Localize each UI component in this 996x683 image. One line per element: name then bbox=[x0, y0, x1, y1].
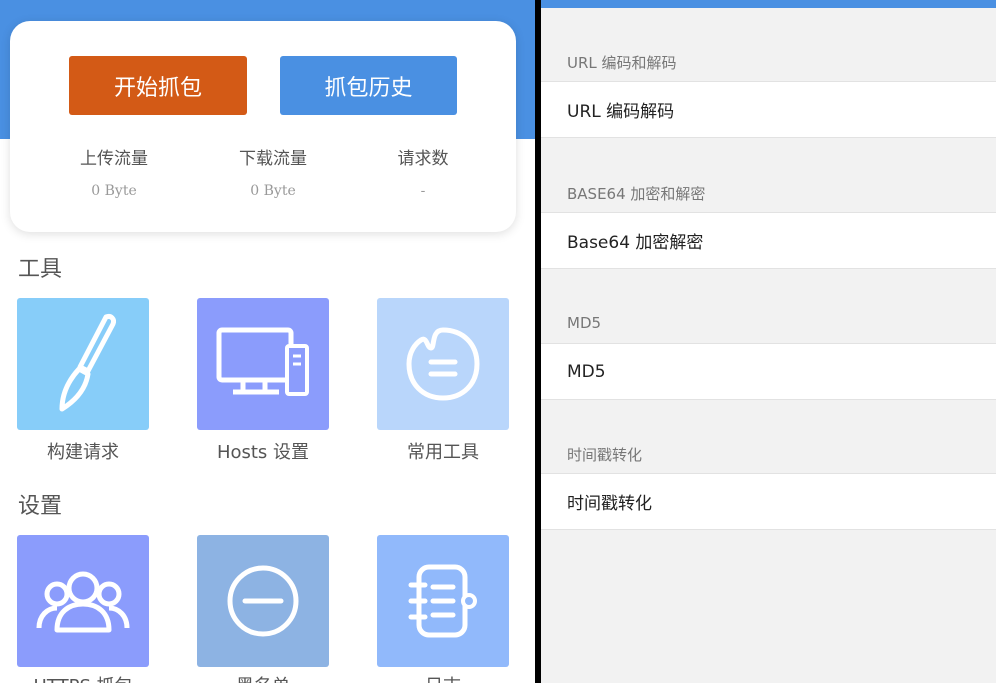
request-count-value: - bbox=[420, 183, 426, 199]
download-traffic-stat: 下载流量 0 Byte bbox=[203, 144, 343, 199]
settings-section-title: 设置 bbox=[18, 494, 63, 519]
minus-circle-icon bbox=[227, 565, 299, 637]
users-icon bbox=[36, 571, 130, 633]
md5-group-header: MD5 bbox=[567, 314, 602, 332]
blacklist-label: 黑名单 bbox=[173, 672, 353, 683]
palette-icon bbox=[406, 327, 480, 401]
hosts-settings-label: Hosts 设置 bbox=[216, 442, 310, 463]
brush-icon bbox=[59, 314, 116, 412]
base64-group-header: BASE64 加密和解密 bbox=[567, 185, 706, 203]
timestamp-convert-item[interactable]: 时间戳转化 bbox=[541, 473, 996, 530]
url-encode-decode-item[interactable]: URL 编码解码 bbox=[541, 81, 996, 138]
capture-history-button[interactable]: 抓包历史 bbox=[280, 56, 457, 115]
common-tools-pane: URL 编码和解码 URL 编码解码 BASE64 加密和解密 Base64 加… bbox=[541, 0, 996, 683]
base64-encrypt-decrypt-item[interactable]: Base64 加密解密 bbox=[541, 212, 996, 269]
download-traffic-label: 下载流量 bbox=[239, 149, 307, 169]
common-tools-tile[interactable] bbox=[377, 298, 509, 430]
hosts-settings-tile[interactable] bbox=[197, 298, 329, 430]
computer-icon bbox=[216, 327, 309, 396]
blacklist-tile[interactable] bbox=[197, 535, 329, 667]
md5-item[interactable]: MD5 bbox=[541, 343, 996, 400]
capture-card: 开始抓包 抓包历史 上传流量 0 Byte 下载流量 0 Byte 请求数 - bbox=[10, 21, 516, 232]
upload-traffic-stat: 上传流量 0 Byte bbox=[44, 144, 184, 199]
download-traffic-value: 0 Byte bbox=[250, 183, 296, 199]
url-group-header: URL 编码和解码 bbox=[567, 54, 677, 72]
timestamp-group-header: 时间戳转化 bbox=[567, 446, 643, 464]
request-count-stat: 请求数 - bbox=[353, 144, 493, 199]
https-capture-label: HTTPS 抓包 bbox=[0, 672, 173, 683]
upload-traffic-value: 0 Byte bbox=[91, 183, 137, 199]
top-bar bbox=[541, 0, 996, 8]
tools-section-title: 工具 bbox=[18, 257, 63, 282]
home-pane: 开始抓包 抓包历史 上传流量 0 Byte 下载流量 0 Byte 请求数 - … bbox=[0, 0, 535, 683]
log-label: 日志 bbox=[353, 672, 533, 683]
build-request-tile[interactable] bbox=[17, 298, 149, 430]
notebook-icon bbox=[408, 564, 477, 638]
https-capture-tile[interactable] bbox=[17, 535, 149, 667]
common-tools-label: 常用工具 bbox=[407, 442, 479, 463]
build-request-label: 构建请求 bbox=[47, 442, 119, 463]
upload-traffic-label: 上传流量 bbox=[80, 149, 148, 169]
request-count-label: 请求数 bbox=[397, 149, 449, 169]
log-tile[interactable] bbox=[377, 535, 509, 667]
start-capture-button[interactable]: 开始抓包 bbox=[69, 56, 247, 115]
